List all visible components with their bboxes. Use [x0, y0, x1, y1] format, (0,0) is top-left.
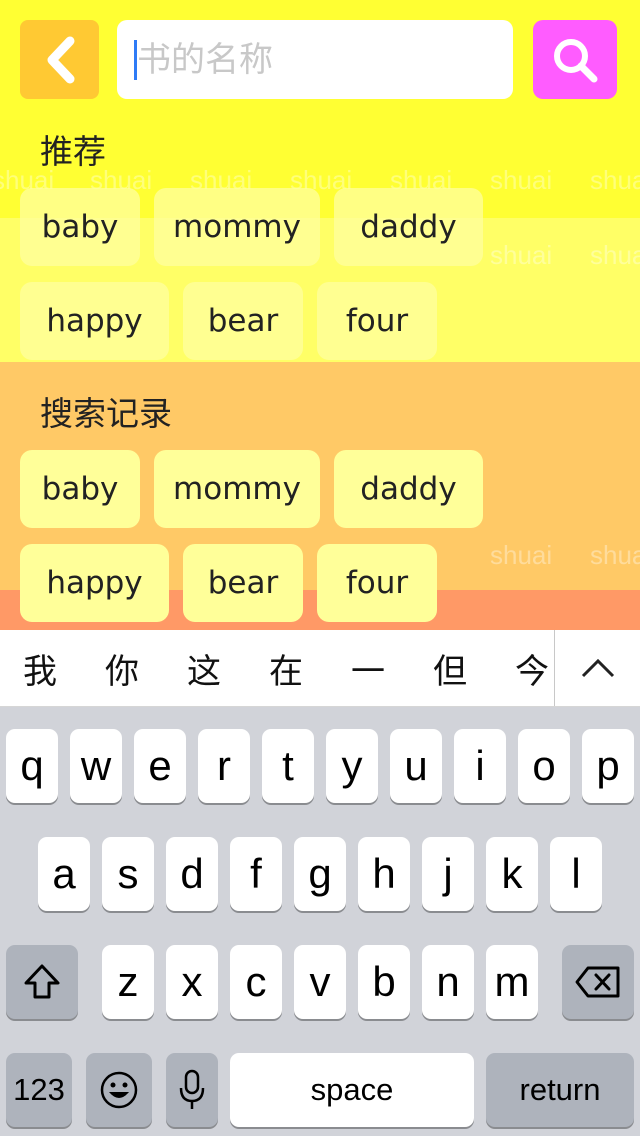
key-t[interactable]: t — [262, 729, 314, 803]
dictation-key[interactable] — [166, 1053, 218, 1127]
key-l[interactable]: l — [550, 837, 602, 911]
candidate-word[interactable]: 但 — [433, 630, 467, 706]
history-tag[interactable]: daddy — [334, 450, 483, 528]
space-key[interactable]: space — [230, 1053, 474, 1127]
history-tag[interactable]: mommy — [154, 450, 320, 528]
key-b[interactable]: b — [358, 945, 410, 1019]
key-q[interactable]: q — [6, 729, 58, 803]
key-g[interactable]: g — [294, 837, 346, 911]
recommended-tag[interactable]: happy — [20, 282, 169, 360]
chevron-left-icon — [47, 36, 74, 83]
numbers-key[interactable]: 123 — [6, 1053, 72, 1127]
return-key[interactable]: return — [486, 1053, 634, 1127]
candidate-word[interactable]: 我 — [23, 630, 57, 706]
history-tag[interactable]: baby — [20, 450, 140, 528]
key-w[interactable]: w — [70, 729, 122, 803]
key-p[interactable]: p — [582, 729, 634, 803]
candidate-word[interactable]: 在 — [269, 630, 303, 706]
back-button[interactable] — [20, 20, 99, 99]
key-e[interactable]: e — [134, 729, 186, 803]
search-field[interactable] — [117, 20, 513, 99]
recommended-tag[interactable]: four — [317, 282, 437, 360]
watermark: shuai — [490, 165, 553, 195]
recommended-tag[interactable]: daddy — [334, 188, 483, 266]
key-d[interactable]: d — [166, 837, 218, 911]
key-f[interactable]: f — [230, 837, 282, 911]
expand-candidates-button[interactable] — [554, 630, 640, 706]
candidate-word[interactable]: 一 — [351, 630, 385, 706]
search-input[interactable] — [135, 38, 499, 81]
candidate-word[interactable]: 你 — [105, 630, 139, 706]
text-cursor — [134, 40, 137, 80]
candidate-bar: 我 你 这 在 一 但 今 — [0, 630, 640, 707]
emoji-key[interactable] — [86, 1053, 152, 1127]
recommended-tag[interactable]: mommy — [154, 188, 320, 266]
key-m[interactable]: m — [486, 945, 538, 1019]
history-title: 搜索记录 — [40, 394, 172, 433]
key-u[interactable]: u — [390, 729, 442, 803]
watermark: shuai — [490, 240, 553, 270]
key-j[interactable]: j — [422, 837, 474, 911]
key-s[interactable]: s — [102, 837, 154, 911]
key-k[interactable]: k — [486, 837, 538, 911]
chevron-up-icon — [581, 658, 615, 678]
key-n[interactable]: n — [422, 945, 474, 1019]
watermark: shuai — [590, 165, 640, 195]
key-i[interactable]: i — [454, 729, 506, 803]
candidate-word[interactable]: 这 — [187, 630, 221, 706]
key-o[interactable]: o — [518, 729, 570, 803]
microphone-icon — [179, 1069, 205, 1109]
watermark: shuai — [490, 540, 553, 570]
key-c[interactable]: c — [230, 945, 282, 1019]
keyboard: q w e r t y u i o p a s d f g h j k l z … — [0, 707, 640, 1136]
recommended-tag[interactable]: bear — [183, 282, 303, 360]
watermark: shuai — [590, 240, 640, 270]
search-button[interactable] — [533, 20, 617, 99]
shift-key[interactable] — [6, 945, 78, 1019]
history-tag[interactable]: bear — [183, 544, 303, 622]
recommended-tag[interactable]: baby — [20, 188, 140, 266]
search-icon — [554, 38, 598, 82]
key-z[interactable]: z — [102, 945, 154, 1019]
recommended-title: 推荐 — [40, 132, 106, 171]
history-tag[interactable]: four — [317, 544, 437, 622]
shift-icon — [24, 964, 60, 999]
watermark: shuai — [590, 540, 640, 570]
delete-key[interactable] — [562, 945, 634, 1019]
history-tag[interactable]: happy — [20, 544, 169, 622]
key-a[interactable]: a — [38, 837, 90, 911]
key-x[interactable]: x — [166, 945, 218, 1019]
key-r[interactable]: r — [198, 729, 250, 803]
key-h[interactable]: h — [358, 837, 410, 911]
candidate-word[interactable]: 今 — [515, 630, 549, 706]
key-y[interactable]: y — [326, 729, 378, 803]
key-v[interactable]: v — [294, 945, 346, 1019]
backspace-icon — [575, 966, 620, 998]
emoji-icon — [100, 1071, 138, 1109]
